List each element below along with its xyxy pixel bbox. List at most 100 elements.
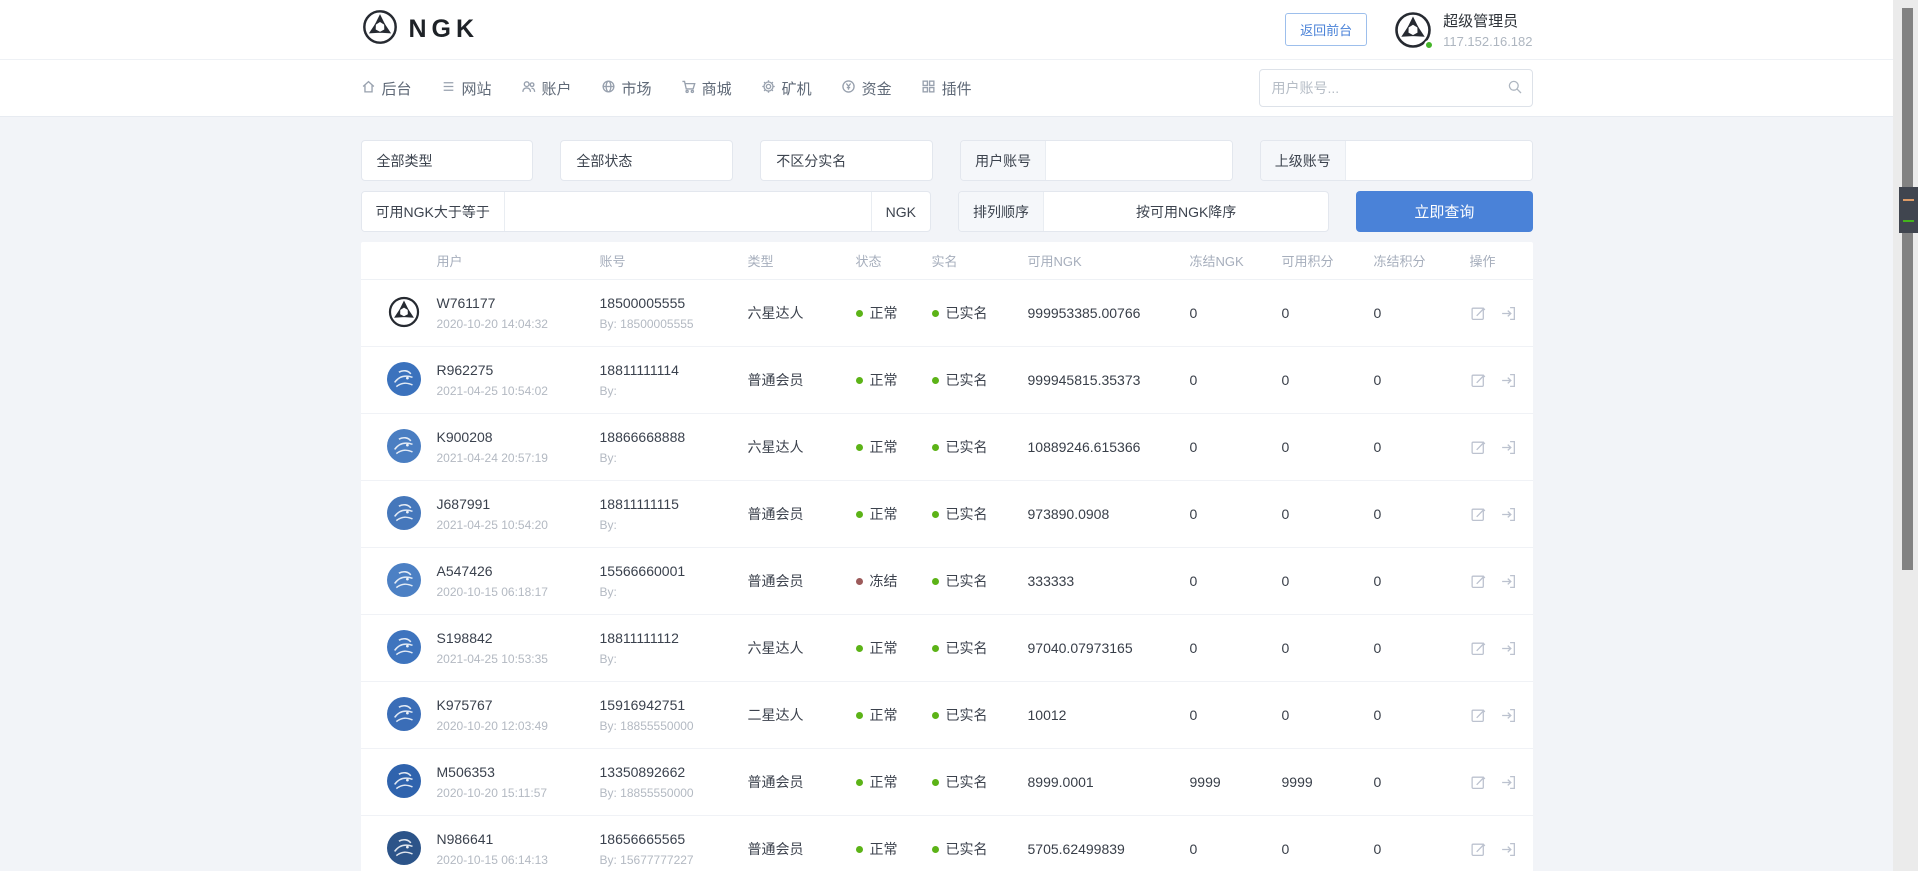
user-account-label: 用户账号 [961,141,1047,180]
edit-user-icon[interactable] [1470,439,1487,456]
status-dot [855,511,863,518]
login-as-user-icon[interactable] [1500,506,1517,523]
login-as-user-icon[interactable] [1500,305,1517,322]
referrer: By: 18500005555 [599,317,694,331]
user-account-input[interactable] [1046,141,1232,180]
search-icon[interactable] [1507,79,1523,95]
filter-row-1: 全部类型 全部状态 不区分实名 用户账号 上级账号 [360,140,1533,181]
nav-label: 市场 [621,80,652,98]
sort-order-select[interactable]: 按可用NGK降序 [1044,192,1328,231]
referrer: By: [599,518,617,532]
available-points-value: 9999 [1281,774,1313,790]
table-header-row: 用户 账号 类型 状态 实名 可用NGK 冻结NGK 可用积分 冻结积分 操作 [360,242,1533,280]
account-cell: 18811111114 By: [600,362,748,398]
frozen-ngk-value: 0 [1189,506,1198,522]
brand-logo[interactable]: NGK [361,8,480,51]
available-ngk-value: 8999.0001 [1027,774,1094,790]
page-scrollbar-track[interactable] [1893,0,1918,871]
available-points-value: 0 [1281,439,1290,455]
edit-user-icon[interactable] [1470,305,1487,322]
edit-user-icon[interactable] [1470,707,1487,724]
type-select[interactable]: 全部类型 [360,140,534,181]
frozen-ngk-value: 0 [1189,841,1198,857]
register-date: 2020-10-15 06:14:13 [436,853,548,867]
account-number: 18811111112 [599,630,679,646]
admin-avatar [1393,10,1435,50]
member-type: 二星达人 [747,707,804,723]
edit-user-icon[interactable] [1470,774,1487,791]
ngk-threshold-input[interactable] [504,192,871,231]
status-text: 正常 [869,707,898,723]
login-as-user-icon[interactable] [1500,372,1517,389]
admin-ip: 117.152.16.182 [1443,34,1533,49]
account-cell: 18656665565 By: 15677777227 [600,831,748,867]
frozen-points-value: 0 [1373,774,1382,790]
available-points-value: 0 [1281,640,1290,656]
user-avatar[interactable] [361,629,437,667]
back-to-front-button[interactable]: 返回前台 [1285,13,1368,46]
nav-label: 资金 [861,80,892,98]
nav-item-accounts[interactable]: 账户 [521,78,572,99]
edit-user-icon[interactable] [1470,506,1487,523]
frozen-ngk-value: 0 [1189,305,1198,321]
realname-select[interactable]: 不区分实名 [760,140,934,181]
parent-account-input[interactable] [1345,141,1532,180]
search-input[interactable] [1258,69,1533,107]
username: A547426 [436,563,493,579]
edit-user-icon[interactable] [1470,573,1487,590]
status-dot [855,310,863,317]
nav-item-market[interactable]: 市场 [601,78,652,99]
query-button[interactable]: 立即查询 [1356,191,1533,232]
scrollbar-thumb[interactable] [1899,187,1918,233]
login-as-user-icon[interactable] [1500,640,1517,657]
user-avatar[interactable] [361,495,437,533]
login-as-user-icon[interactable] [1500,707,1517,724]
referrer: By: [599,384,617,398]
user-avatar[interactable] [361,428,437,466]
user-cell: A547426 2020-10-15 06:18:17 [437,563,600,599]
edit-user-icon[interactable] [1470,372,1487,389]
frozen-points-value: 0 [1373,506,1382,522]
table-row: N986641 2020-10-15 06:14:13 18656665565 … [361,816,1533,871]
user-avatar[interactable] [361,295,437,332]
nav-item-plugins[interactable]: 插件 [921,78,972,99]
user-avatar[interactable] [361,696,437,734]
scrollbar-strip [1902,8,1913,570]
status-cell: 冻结 [855,571,932,591]
edit-user-icon[interactable] [1470,640,1487,657]
login-as-user-icon[interactable] [1500,439,1517,456]
status-cell: 正常 [855,504,932,524]
table-row: R962275 2021-04-25 10:54:02 18811111114 … [360,347,1533,414]
actions-cell [1470,841,1533,858]
frozen-points-value: 0 [1373,305,1382,321]
sort-order-label: 排列顺序 [958,192,1044,231]
status-select[interactable]: 全部状态 [560,140,734,181]
user-cell: S198842 2021-04-25 10:53:35 [437,630,600,666]
available-ngk-value: 97040.07973165 [1027,640,1133,656]
available-ngk-value: 5705.62499839 [1027,841,1125,857]
nav-item-website[interactable]: 网站 [441,78,492,99]
user-avatar[interactable] [361,763,437,801]
parent-account-label: 上级账号 [1260,141,1346,180]
nav-item-funds[interactable]: 资金 [841,78,892,99]
nav-item-mall[interactable]: 商城 [681,78,732,99]
user-avatar[interactable] [361,562,437,600]
login-as-user-icon[interactable] [1500,774,1517,791]
user-avatar[interactable] [361,830,437,868]
status-cell: 正常 [855,437,932,457]
realname-dot [931,578,939,585]
frozen-points-value: 0 [1373,640,1382,656]
nav-item-miner[interactable]: 矿机 [761,78,812,99]
actions-cell [1470,774,1533,791]
nav-item-backend[interactable]: 后台 [361,78,412,99]
realname-text: 已实名 [945,841,988,857]
scrollbar-marker-green [1903,220,1914,222]
col-type: 类型 [747,254,774,269]
user-avatar[interactable] [361,361,437,399]
realname-text: 已实名 [945,774,988,790]
login-as-user-icon[interactable] [1500,573,1517,590]
edit-user-icon[interactable] [1470,841,1487,858]
status-cell: 正常 [855,303,932,323]
login-as-user-icon[interactable] [1500,841,1517,858]
admin-profile[interactable]: 超级管理员 117.152.16.182 [1393,10,1533,50]
